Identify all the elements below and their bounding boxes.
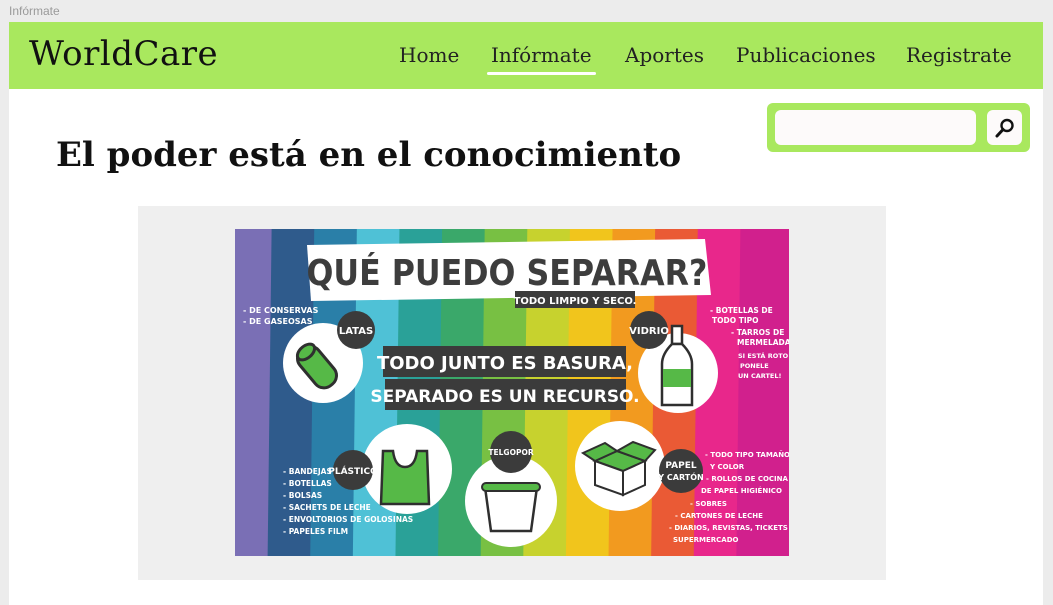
papel-badge: [659, 449, 703, 493]
latas-item: - DE CONSERVAS: [243, 306, 319, 315]
plastico-item: - BANDEJAS: [283, 467, 332, 476]
vidrio-item: MERMELADA: [737, 338, 789, 347]
poster-title: QUÉ PUEDO SEPARAR?: [306, 251, 707, 293]
papel-item: - TODO TIPO TAMAÑO: [705, 450, 789, 459]
papel-item: SUPERMERCADO: [673, 536, 739, 544]
navbar: WorldCare Home Infórmate Aportes Publica…: [9, 22, 1043, 89]
telgopor-label: TELGOPOR: [488, 448, 533, 457]
papel-item: - SOBRES: [690, 500, 727, 508]
stripe: [736, 229, 789, 556]
papel-item: - CARTONES DE LECHE: [675, 512, 763, 520]
papel-item: DE PAPEL HIGIÉNICO: [701, 486, 782, 495]
papel-label-2: Y CARTÓN: [657, 471, 703, 482]
vidrio-item: PONELE: [740, 362, 769, 370]
search-button[interactable]: [987, 110, 1022, 145]
plastico-item: - BOLSAS: [283, 491, 322, 500]
plastico-label: PLÁSTICO: [328, 465, 378, 477]
papel-item: - ROLLOS DE COCINA Y: [706, 475, 789, 483]
latas-item: - DE GASEOSAS: [243, 317, 313, 326]
vidrio-label: VIDRIO: [629, 326, 669, 337]
plastico-item: - SACHETS DE LECHE: [283, 503, 371, 512]
page: WorldCare Home Infórmate Aportes Publica…: [9, 22, 1043, 605]
image-container: QUÉ PUEDO SEPARAR? TODO LIMPIO Y SECO. T…: [138, 206, 886, 580]
search-form: [767, 103, 1030, 152]
brand-logo[interactable]: WorldCare: [29, 34, 218, 74]
vidrio-item: TODO TIPO: [712, 316, 758, 325]
page-heading: El poder está en el conocimiento: [56, 135, 682, 175]
plastico-item: - ENVOLTORIOS DE GOLOSINAS: [283, 515, 413, 524]
plastico-item: - BOTELLAS: [283, 479, 332, 488]
center-line-2: SEPARADO ES UN RECURSO.: [370, 387, 639, 407]
papel-item: Y COLOR: [709, 463, 745, 471]
cup-icon: [481, 482, 541, 533]
poster-subtitle: TODO LIMPIO Y SECO.: [514, 296, 637, 307]
recycling-infographic: QUÉ PUEDO SEPARAR? TODO LIMPIO Y SECO. T…: [235, 229, 789, 556]
center-line-1: TODO JUNTO ES BASURA,: [377, 353, 633, 374]
nav-registrate[interactable]: Registrate: [906, 43, 1012, 67]
nav-aportes[interactable]: Aportes: [625, 43, 704, 67]
papel-label-1: PAPEL: [665, 461, 696, 471]
nav-home[interactable]: Home: [399, 43, 459, 67]
vidrio-item: - BOTELLAS DE: [710, 306, 773, 315]
plastico-item: - PAPELES FILM: [283, 527, 348, 536]
browser-tab-title: Infórmate: [9, 4, 60, 18]
search-input[interactable]: [775, 110, 976, 145]
nav-publicaciones[interactable]: Publicaciones: [736, 43, 876, 67]
nav-informate[interactable]: Infórmate: [487, 43, 596, 75]
latas-label: LATAS: [339, 326, 373, 337]
magnifier-icon: [995, 118, 1014, 137]
papel-item: - DIARIOS, REVISTAS, TICKETS DE: [669, 524, 789, 532]
vidrio-item: UN CARTEL!: [738, 372, 782, 380]
vidrio-item: SI ESTÁ ROTO: [738, 351, 789, 360]
vidrio-item: - TARROS DE: [731, 328, 784, 337]
